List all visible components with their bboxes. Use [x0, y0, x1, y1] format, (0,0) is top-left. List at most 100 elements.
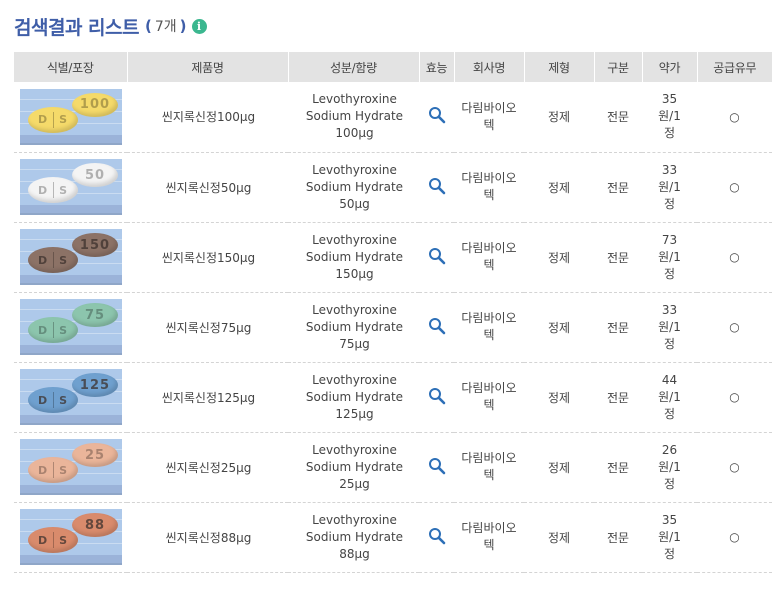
pill-back: 25 [72, 443, 118, 467]
drug-price: 44원/1정 [642, 362, 697, 433]
pill-front-left: D [37, 183, 49, 197]
ingredient-name-line1: Levothyroxine [312, 442, 397, 457]
pill-image[interactable]: 150 DS [20, 229, 122, 285]
pill-image-cell: 125 DS [14, 362, 127, 433]
table-row: 88 DS 씬지록신정88μg Levothyroxine Sodium Hyd… [14, 502, 772, 573]
ingredient-amount: 88μg [339, 546, 370, 561]
search-icon[interactable] [428, 387, 446, 405]
drug-price: 35원/1정 [642, 82, 697, 153]
pill-image[interactable]: 25 DS [20, 439, 122, 495]
header-product-name[interactable]: 제품명 [127, 52, 289, 82]
supply-status: ○ [697, 432, 772, 503]
header-identification[interactable]: 식별/포장 [14, 52, 128, 82]
supply-status: ○ [697, 502, 772, 573]
product-name[interactable]: 씬지록신정25μg [127, 432, 288, 503]
pill-imprint: 100 [79, 97, 111, 113]
header-category[interactable]: 구분 [594, 52, 643, 82]
ingredient-cell: Levothyroxine Sodium Hydrate 100μg [288, 82, 419, 153]
pill-imprint: 125 [79, 377, 111, 393]
pill-image-cell: 50 DS [14, 152, 127, 223]
ingredient-cell: Levothyroxine Sodium Hydrate 88μg [288, 502, 419, 573]
header-form[interactable]: 제형 [524, 52, 595, 82]
product-name[interactable]: 씬지록신정50μg [127, 152, 288, 223]
ingredient-cell: Levothyroxine Sodium Hydrate 50μg [288, 152, 419, 223]
info-icon[interactable]: i [191, 18, 207, 34]
header-supply[interactable]: 공급유무 [697, 52, 772, 82]
pill-image-cell: 88 DS [14, 502, 127, 573]
table-row: 25 DS 씬지록신정25μg Levothyroxine Sodium Hyd… [14, 432, 772, 503]
search-icon[interactable] [428, 317, 446, 335]
supply-status: ○ [697, 222, 772, 293]
drug-category: 전문 [594, 82, 642, 153]
pill-image[interactable]: 125 DS [20, 369, 122, 425]
pill-image[interactable]: 50 DS [20, 159, 122, 215]
product-name[interactable]: 씬지록신정100μg [127, 82, 288, 153]
ingredient-cell: Levothyroxine Sodium Hydrate 75μg [288, 292, 419, 363]
ingredient-name-line1: Levothyroxine [312, 372, 397, 387]
table-body: 100 DS 씬지록신정100μg Levothyroxine Sodium H… [14, 82, 772, 573]
ingredient-amount: 125μg [335, 406, 374, 421]
pill-front-right: S [59, 183, 69, 197]
pill-back: 88 [72, 513, 118, 537]
ingredient-amount: 25μg [339, 476, 370, 491]
drug-category: 전문 [594, 362, 642, 433]
ingredient-name-line1: Levothyroxine [312, 512, 397, 527]
company-name: 다림바이오텍 [454, 362, 524, 433]
search-icon[interactable] [428, 527, 446, 545]
search-icon[interactable] [428, 177, 446, 195]
pill-front-left: D [37, 393, 49, 407]
product-name[interactable]: 씬지록신정75μg [127, 292, 288, 363]
company-name: 다림바이오텍 [454, 432, 524, 503]
table-row: 50 DS 씬지록신정50μg Levothyroxine Sodium Hyd… [14, 152, 772, 223]
product-name[interactable]: 씬지록신정88μg [127, 502, 288, 573]
page-title: 검색결과 리스트 [14, 16, 139, 39]
pill-image-cell: 150 DS [14, 222, 127, 293]
header-ingredient[interactable]: 성분/함량 [288, 52, 420, 82]
pill-back: 125 [72, 373, 118, 397]
pill-front-left: D [37, 253, 49, 267]
pill-imprint: 75 [84, 307, 106, 323]
dosage-form: 정제 [524, 502, 594, 573]
pill-front: DS [28, 387, 78, 413]
drug-category: 전문 [594, 152, 642, 223]
search-icon[interactable] [428, 106, 446, 124]
pill-front: DS [28, 106, 78, 133]
search-icon[interactable] [428, 247, 446, 265]
table-row: 150 DS 씬지록신정150μg Levothyroxine Sodium H… [14, 222, 772, 293]
pill-image-cell: 100 DS [14, 82, 127, 153]
company-name: 다림바이오텍 [454, 82, 524, 153]
pill-imprint: 50 [84, 167, 106, 183]
drug-price: 26원/1정 [642, 432, 697, 503]
search-icon[interactable] [428, 457, 446, 475]
ingredient-name-line2: Sodium Hydrate [305, 389, 404, 404]
pill-front: DS [28, 457, 78, 483]
pill-front-left: D [37, 463, 49, 477]
header-efficacy[interactable]: 효능 [419, 52, 455, 82]
pill-image[interactable]: 100 DS [20, 88, 122, 145]
pill-front-left: D [37, 323, 49, 337]
efficacy-cell [419, 82, 454, 153]
drug-category: 전문 [594, 432, 642, 503]
dosage-form: 정제 [524, 152, 594, 223]
drug-price: 73원/1정 [642, 222, 697, 293]
pill-image[interactable]: 88 DS [20, 509, 122, 565]
product-name[interactable]: 씬지록신정125μg [127, 362, 288, 433]
pill-front: DS [28, 317, 78, 343]
header-price[interactable]: 약가 [642, 52, 698, 82]
product-name[interactable]: 씬지록신정150μg [127, 222, 288, 293]
dosage-form: 정제 [524, 432, 594, 503]
pill-front-right: S [59, 323, 69, 337]
dosage-form: 정제 [524, 362, 594, 433]
count-close-paren: ) [179, 17, 187, 35]
ingredient-name-line1: Levothyroxine [312, 302, 397, 317]
ingredient-amount: 50μg [339, 196, 370, 211]
header-company[interactable]: 회사명 [454, 52, 525, 82]
ingredient-name-line2: Sodium Hydrate [305, 529, 404, 544]
supply-status: ○ [697, 152, 772, 223]
pill-imprint: 25 [84, 447, 106, 463]
efficacy-cell [419, 292, 454, 363]
ingredient-amount: 100μg [335, 126, 374, 141]
pill-image[interactable]: 75 DS [20, 299, 122, 355]
company-name: 다림바이오텍 [454, 152, 524, 223]
ingredient-name-line1: Levothyroxine [312, 92, 397, 107]
